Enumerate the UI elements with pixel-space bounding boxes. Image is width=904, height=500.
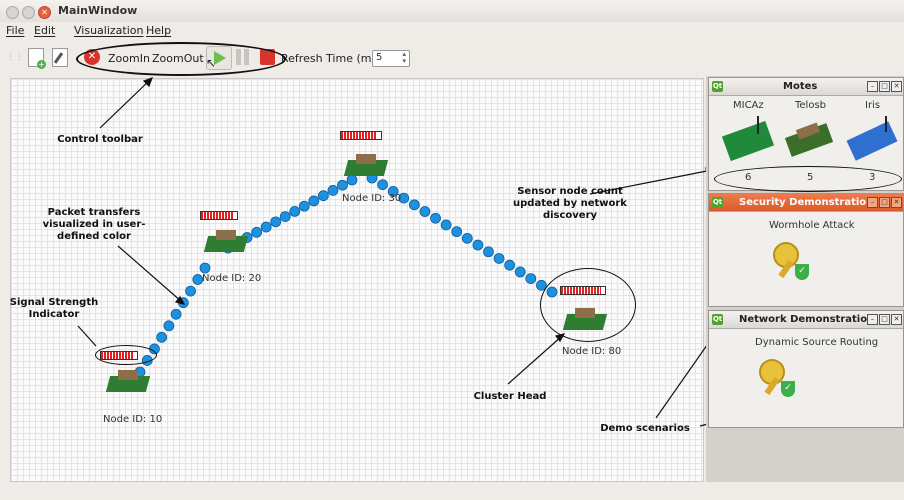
qt-icon: Qt bbox=[712, 197, 723, 208]
micaz-mote-icon[interactable] bbox=[721, 116, 775, 162]
annotation-control-toolbar: Control toolbar bbox=[57, 134, 143, 145]
status-bar bbox=[0, 484, 904, 500]
motes-panel-title: Motes bbox=[783, 81, 818, 92]
panel-restore-button[interactable]: □ bbox=[879, 197, 890, 208]
qt-icon: Qt bbox=[712, 314, 723, 325]
node-label: Node ID: 30 bbox=[342, 193, 402, 204]
control-toolbar-ellipse bbox=[76, 42, 286, 76]
panel-minimize-button[interactable]: – bbox=[867, 81, 878, 92]
node-label: Node ID: 80 bbox=[562, 346, 622, 357]
panel-restore-button[interactable]: □ bbox=[879, 81, 890, 92]
signal-fill bbox=[101, 352, 134, 359]
panel-minimize-button[interactable]: – bbox=[867, 314, 878, 325]
menu-edit[interactable]: Edit bbox=[34, 24, 55, 37]
window-title: MainWindow bbox=[58, 4, 138, 17]
dsr-label: Dynamic Source Routing bbox=[755, 337, 879, 348]
annotation-cluster-head: Cluster Head bbox=[473, 391, 547, 402]
menu-visualization[interactable]: Visualization bbox=[74, 24, 143, 37]
network-panel: Qt Network Demonstration – □ ✕ Dynamic S… bbox=[708, 310, 904, 428]
spin-arrows-icon[interactable]: ▴ ▾ bbox=[402, 51, 406, 65]
signal-fill bbox=[201, 212, 234, 219]
qt-icon: Qt bbox=[712, 81, 723, 92]
sensor-node-80[interactable] bbox=[562, 304, 608, 334]
annotation-packet-transfers: Packet transfers visualized in user-defi… bbox=[42, 207, 146, 242]
refresh-time-spinbox[interactable]: 5 ▴ ▾ bbox=[372, 50, 410, 67]
menu-file[interactable]: File bbox=[6, 24, 24, 37]
menu-help[interactable]: Help bbox=[146, 24, 171, 37]
motes-panel-header: Qt Motes – □ ✕ bbox=[709, 78, 903, 96]
panel-close-button[interactable]: ✕ bbox=[891, 197, 902, 208]
iris-mote-icon[interactable] bbox=[845, 116, 899, 162]
key-shield-icon[interactable]: ✓ bbox=[755, 355, 799, 399]
sensor-node-30[interactable] bbox=[343, 150, 389, 180]
signal-strength-indicator bbox=[560, 286, 606, 295]
refresh-time-value: 5 bbox=[376, 52, 383, 63]
mote-type-micaz: MICAz bbox=[733, 100, 764, 111]
close-button[interactable]: ✕ bbox=[38, 6, 51, 19]
telosb-mote-icon[interactable] bbox=[783, 116, 837, 162]
signal-strength-indicator bbox=[100, 351, 138, 360]
annotation-sensor-count: Sensor node count updated by network dis… bbox=[513, 186, 627, 221]
toolbar-handle: ⋮⋮ bbox=[6, 52, 24, 62]
panel-restore-button[interactable]: □ bbox=[879, 314, 890, 325]
mote-type-telosb: Telosb bbox=[795, 100, 827, 111]
network-panel-title: Network Demonstration bbox=[739, 314, 875, 325]
new-file-icon[interactable]: + bbox=[28, 48, 46, 69]
annotation-demo-scenarios: Demo scenarios bbox=[600, 423, 690, 434]
window-menu-button[interactable] bbox=[6, 6, 19, 19]
key-shield-icon[interactable]: ✓ bbox=[769, 238, 813, 282]
count-ellipse bbox=[714, 166, 902, 192]
title-bar: ✕ MainWindow bbox=[0, 0, 904, 22]
panel-close-button[interactable]: ✕ bbox=[891, 81, 902, 92]
security-panel-header: Qt Security Demonstration – □ ✕ bbox=[709, 194, 903, 212]
wormhole-attack-label: Wormhole Attack bbox=[769, 220, 855, 231]
signal-fill bbox=[341, 132, 377, 139]
security-panel: Qt Security Demonstration – □ ✕ Wormhole… bbox=[708, 193, 904, 307]
panel-minimize-button[interactable]: – bbox=[867, 197, 878, 208]
mote-type-iris: Iris bbox=[865, 100, 881, 111]
annotation-signal-strength: Signal Strength Indicator bbox=[9, 297, 99, 320]
sensor-node-10[interactable] bbox=[105, 366, 151, 396]
security-panel-title: Security Demonstration bbox=[739, 197, 874, 208]
signal-strength-indicator bbox=[340, 131, 382, 140]
minimize-button[interactable] bbox=[22, 6, 35, 19]
edit-file-icon[interactable] bbox=[52, 48, 68, 67]
menu-bar: File Edit Visualization Help bbox=[0, 22, 904, 40]
sensor-node-20[interactable] bbox=[203, 226, 249, 256]
node-label: Node ID: 10 bbox=[103, 414, 163, 425]
network-panel-header: Qt Network Demonstration – □ ✕ bbox=[709, 311, 903, 329]
signal-fill bbox=[561, 287, 601, 294]
node-label: Node ID: 20 bbox=[202, 273, 262, 284]
panel-close-button[interactable]: ✕ bbox=[891, 314, 902, 325]
signal-strength-indicator bbox=[200, 211, 238, 220]
